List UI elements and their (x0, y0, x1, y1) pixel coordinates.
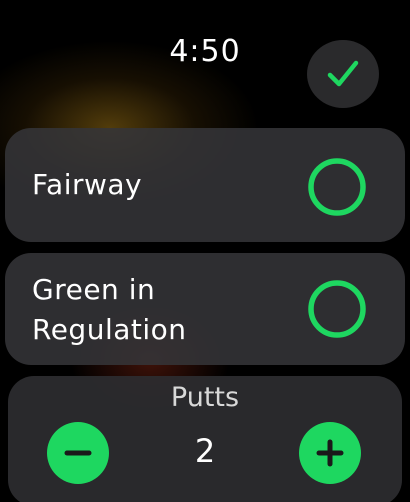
green-in-regulation-row[interactable]: Green in Regulation (5, 253, 405, 365)
checkmark-icon (327, 60, 359, 87)
green-in-regulation-label: Green in Regulation (32, 273, 187, 346)
putts-title: Putts (170, 382, 240, 413)
increment-button[interactable] (299, 422, 361, 484)
putts-stepper: Putts 2 (8, 376, 402, 502)
plus-icon (316, 439, 344, 467)
fairway-row[interactable]: Fairway (5, 128, 405, 242)
confirm-button[interactable] (307, 40, 379, 108)
watch-screen: 4:50 Fairway Green in Regulation Putts 2 (0, 0, 410, 502)
fairway-toggle-circle-icon[interactable] (307, 157, 367, 217)
gir-toggle-circle-icon[interactable] (307, 279, 367, 339)
fairway-label: Fairway (32, 168, 143, 201)
